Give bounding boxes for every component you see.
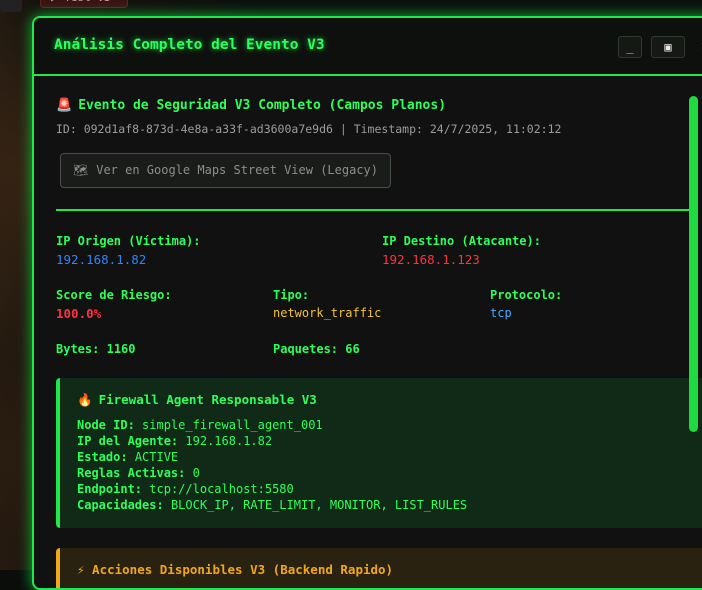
event-title: 🚨 Evento de Seguridad V3 Completo (Campos… <box>56 98 446 113</box>
protocol-label: Protocolo: <box>490 288 563 302</box>
ip-origin-label: IP Origen (Víctima): <box>56 234 201 248</box>
agent-title-text: Firewall Agent Responsable V3 <box>98 392 317 407</box>
ip-origin-value: 192.168.1.82 <box>56 252 147 267</box>
background-control[interactable] <box>0 0 22 12</box>
agent-label: Endpoint: <box>77 482 143 496</box>
agent-row-status: Estado: ACTIVE <box>77 450 178 464</box>
agent-label: Reglas Activas: <box>77 466 186 480</box>
packets-label: Paquetes: <box>273 342 339 356</box>
event-content: 🚨 Evento de Seguridad V3 Completo (Campos… <box>34 76 702 588</box>
agent-value: ACTIVE <box>134 450 179 464</box>
event-analysis-window: Análisis Completo del Evento V3 _ ▣ × 🚨 E… <box>32 16 702 590</box>
event-title-text: Evento de Seguridad V3 Completo (Campos … <box>78 98 447 113</box>
agent-title: 🔥 Firewall Agent Responsable V3 <box>77 392 317 408</box>
agent-panel: 🔥 Firewall Agent Responsable V3 Node ID: … <box>56 378 702 528</box>
agent-label: Capacidades: <box>77 498 164 512</box>
agent-value: 0 <box>192 466 200 480</box>
window-titlebar: Análisis Completo del Evento V3 _ ▣ × <box>34 18 702 76</box>
siren-icon: 🚨 <box>56 98 73 113</box>
section-divider <box>56 209 696 211</box>
packets-field: Paquetes: 66 <box>273 342 360 356</box>
street-view-label: Ver en Google Maps Street View (Legacy) <box>96 163 378 177</box>
scrollbar[interactable] <box>689 96 698 588</box>
window-title: Análisis Completo del Evento V3 <box>54 37 325 53</box>
type-value: network_traffic <box>273 306 382 320</box>
agent-row-rules: Reglas Activas: 0 <box>77 466 200 480</box>
actions-panel: ⚡ Acciones Disponibles V3 (Backend Rapid… <box>56 548 702 588</box>
street-view-button[interactable]: 🗺 Ver en Google Maps Street View (Legacy) <box>60 153 391 188</box>
maximize-button[interactable]: ▣ <box>651 36 685 58</box>
event-meta: ID: 092d1af8-873d-4e8a-a33f-ad3600a7e9d6… <box>56 122 562 136</box>
minimize-button[interactable]: _ <box>618 36 642 58</box>
agent-label: IP del Agente: <box>77 434 179 448</box>
bytes-value: 1160 <box>106 342 136 356</box>
agent-value: simple_firewall_agent_001 <box>142 418 323 432</box>
agent-row-capabilities: Capacidades: BLOCK_IP, RATE_LIMIT, MONIT… <box>77 498 467 512</box>
agent-value: BLOCK_IP, RATE_LIMIT, MONITOR, LIST_RULE… <box>170 498 468 512</box>
fire-icon: 🔥 <box>77 392 93 407</box>
risk-score-label: Score de Riesgo: <box>56 288 172 302</box>
agent-row-endpoint: Endpoint: tcp://localhost:5580 <box>77 482 294 496</box>
ip-dest-label: IP Destino (Atacante): <box>382 234 541 248</box>
agent-value: tcp://localhost:5580 <box>149 482 294 496</box>
agent-value: 192.168.1.82 <box>185 434 273 448</box>
map-icon: 🗺 <box>73 163 89 177</box>
ip-dest-value: 192.168.1.123 <box>382 252 480 267</box>
agent-row-node-id: Node ID: simple_firewall_agent_001 <box>77 418 323 432</box>
agent-label: Estado: <box>77 450 128 464</box>
background-test-button[interactable]: ▶ Test V3 <box>40 0 128 8</box>
protocol-value: tcp <box>490 306 512 320</box>
agent-row-ip: IP del Agente: 192.168.1.82 <box>77 434 272 448</box>
agent-label: Node ID: <box>77 418 135 432</box>
bytes-field: Bytes: 1160 <box>56 342 136 356</box>
close-button[interactable]: × <box>693 36 702 58</box>
bytes-label: Bytes: <box>56 342 100 356</box>
type-label: Tipo: <box>273 288 310 302</box>
scrollbar-thumb[interactable] <box>689 96 698 432</box>
packets-value: 66 <box>345 342 360 356</box>
risk-score-value: 100.0% <box>56 306 102 321</box>
